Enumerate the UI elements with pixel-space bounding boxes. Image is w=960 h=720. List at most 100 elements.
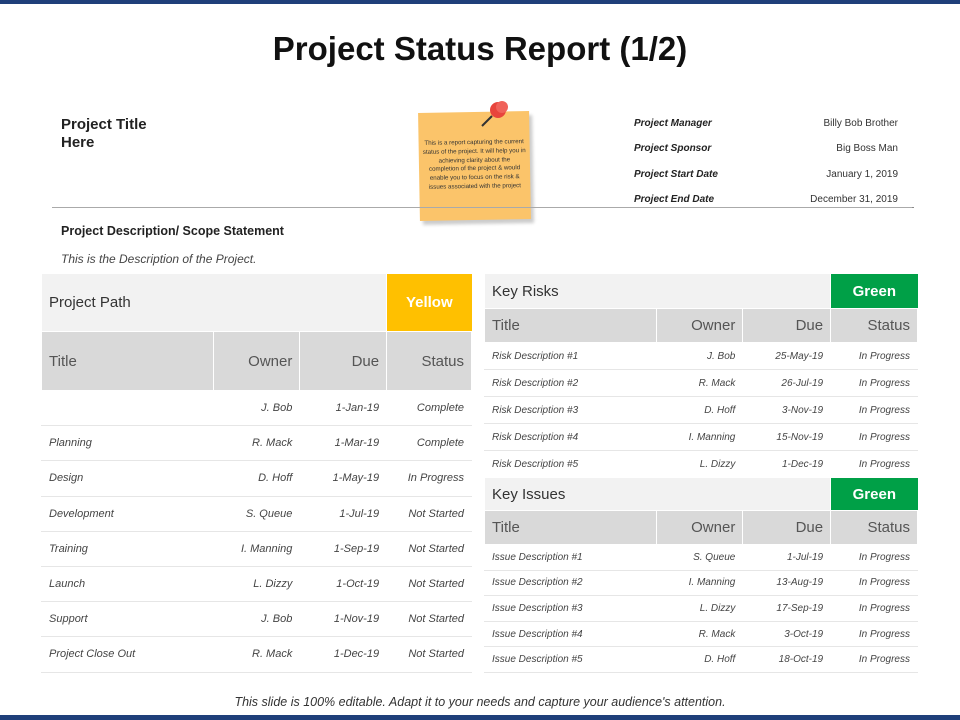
table-cell: Not Started xyxy=(386,495,472,532)
table-cell: L. Dizzy xyxy=(656,595,744,622)
section-heading: Key Issues xyxy=(483,477,831,511)
table-cell: Not Started xyxy=(386,530,472,567)
meta-row: Project Manager Billy Bob Brother xyxy=(634,118,898,129)
table-row: Risk Description #2 R. Mack 26-Jul-19 In Pr… xyxy=(483,369,918,397)
column-header-row: Title Owner Due Status xyxy=(41,331,472,391)
table-cell: Not Started xyxy=(386,636,472,673)
table-cell: D. Hoff xyxy=(656,396,744,424)
table-cell: Risk Description #5 xyxy=(483,450,658,478)
table-cell: Issue Description #1 xyxy=(483,544,658,571)
meta-row: Project Sponsor Big Boss Man xyxy=(634,143,898,154)
meta-value: Big Boss Man xyxy=(836,143,898,154)
column-header: Due xyxy=(742,308,832,343)
table-row: Risk Description #1 J. Bob 25-May-19 In Pro… xyxy=(483,342,918,370)
table-row: Training I. Manning 1-Sep-19 Not Started xyxy=(41,530,472,567)
table-cell: 1-Nov-19 xyxy=(299,601,388,638)
top-bar xyxy=(0,0,960,4)
table-cell: D. Hoff xyxy=(656,646,744,673)
table-cell: 1-Dec-19 xyxy=(742,450,832,478)
table-row: Project Close Out R. Mack 1-Dec-19 Not Star… xyxy=(41,636,472,673)
table-cell: Issue Description #5 xyxy=(483,646,658,673)
column-header-row: Title Owner Due Status xyxy=(483,510,918,545)
pushpin-icon xyxy=(481,101,508,127)
table-row: Issue Description #5 D. Hoff 18-Oct-19 In P… xyxy=(483,646,918,673)
footer-text: This slide is 100% editable. Adapt it to… xyxy=(234,695,726,709)
table-row: Design D. Hoff 1-May-19 In Progress xyxy=(41,460,472,497)
table-cell: 18-Oct-19 xyxy=(742,646,832,673)
table-cell: Issue Description #2 xyxy=(483,569,658,597)
group-header: Key Risks Green xyxy=(483,273,918,309)
table-cell: I. Manning xyxy=(212,530,301,567)
meta-value: January 1, 2019 xyxy=(826,169,898,180)
table-row: Risk Description #4 I. Manning 15-Nov-19 In… xyxy=(483,423,918,451)
meta-label: Project Sponsor xyxy=(634,143,712,154)
project-path-table: Project Path Yellow Title Owner Due Status J. … xyxy=(40,273,472,673)
table-cell xyxy=(41,389,214,427)
table-cell: 17-Sep-19 xyxy=(742,595,832,622)
table-cell: 1-Dec-19 xyxy=(299,636,388,673)
table-cell: In Progress xyxy=(830,595,918,622)
table-row: Launch L. Dizzy 1-Oct-19 Not Started xyxy=(41,565,472,603)
column-header: Owner xyxy=(212,331,301,391)
table-cell: S. Queue xyxy=(656,544,744,571)
table-cell: Planning xyxy=(41,425,214,462)
table-cell: Complete xyxy=(386,389,472,427)
column-header: Owner xyxy=(656,308,744,343)
table-cell: In Progress xyxy=(830,369,918,397)
table-row: Development S. Queue 1-Jul-19 Not Started xyxy=(41,495,472,532)
table-row: Support J. Bob 1-Nov-19 Not Started xyxy=(41,601,472,638)
table-cell: 15-Nov-19 xyxy=(742,423,832,451)
description-heading: Project Description/ Scope Statement xyxy=(61,224,284,238)
column-header: Title xyxy=(483,510,658,545)
table-cell: Project Close Out xyxy=(41,636,214,673)
status-badge: Yellow xyxy=(386,273,472,332)
column-header: Status xyxy=(386,331,472,391)
table-cell: 1-Jul-19 xyxy=(299,495,388,532)
column-header: Due xyxy=(299,331,388,391)
table-row: Planning R. Mack 1-Mar-19 Complete xyxy=(41,425,472,462)
table-cell: J. Bob xyxy=(656,342,744,370)
meta-label: Project End Date xyxy=(634,194,715,205)
table-cell: R. Mack xyxy=(212,636,301,673)
column-header: Due xyxy=(742,510,832,545)
table-cell: Training xyxy=(41,530,214,567)
bottom-bar xyxy=(0,715,960,720)
table-row: Risk Description #5 L. Dizzy 1-Dec-19 In Pr… xyxy=(483,450,918,478)
table-cell: Risk Description #2 xyxy=(483,369,658,397)
status-badge: Green xyxy=(830,477,918,511)
table-cell: In Progress xyxy=(830,620,918,648)
column-header-row: Title Owner Due Status xyxy=(483,308,918,343)
key-risks-table: Key Risks Green Title Owner Due Status Risk De… xyxy=(483,273,918,478)
table-cell: R. Mack xyxy=(656,369,744,397)
table-row: Issue Description #1 S. Queue 1-Jul-19 In P… xyxy=(483,544,918,571)
table-cell: In Progress xyxy=(830,396,918,424)
table-cell: S. Queue xyxy=(212,495,301,532)
table-cell: D. Hoff xyxy=(212,460,301,497)
table-cell: Issue Description #4 xyxy=(483,620,658,648)
table-cell: Risk Description #1 xyxy=(483,342,658,370)
table-row: Risk Description #3 D. Hoff 3-Nov-19 In Pro… xyxy=(483,396,918,424)
table-cell: 3-Nov-19 xyxy=(742,396,832,424)
table-row: Issue Description #4 R. Mack 3-Oct-19 In Pr… xyxy=(483,620,918,648)
project-title: Project Title Here xyxy=(61,116,147,151)
section-heading: Project Path xyxy=(40,273,387,332)
key-issues-table: Key Issues Green Title Owner Due Status Issue … xyxy=(483,477,918,673)
table-cell: In Progress xyxy=(830,646,918,673)
table-cell: Development xyxy=(41,495,214,532)
table-cell: 1-May-19 xyxy=(299,460,388,497)
table-cell: 1-Sep-19 xyxy=(299,530,388,567)
description-text: This is the Description of the Project. xyxy=(61,252,257,266)
group-header: Key Issues Green xyxy=(483,477,918,511)
table-cell: Support xyxy=(41,601,214,638)
table-cell: I. Manning xyxy=(656,423,744,451)
meta-label: Project Start Date xyxy=(634,169,718,180)
table-cell: R. Mack xyxy=(212,425,301,462)
table-cell: J. Bob xyxy=(212,601,301,638)
table-cell: R. Mack xyxy=(656,620,744,648)
page-title: Project Status Report (1/2) xyxy=(272,30,688,67)
table-cell: 26-Jul-19 xyxy=(742,369,832,397)
table-cell: L. Dizzy xyxy=(212,565,301,603)
table-cell: 1-Mar-19 xyxy=(299,425,388,462)
meta-value: Billy Bob Brother xyxy=(823,118,898,129)
table-cell: 1-Jul-19 xyxy=(742,544,832,571)
